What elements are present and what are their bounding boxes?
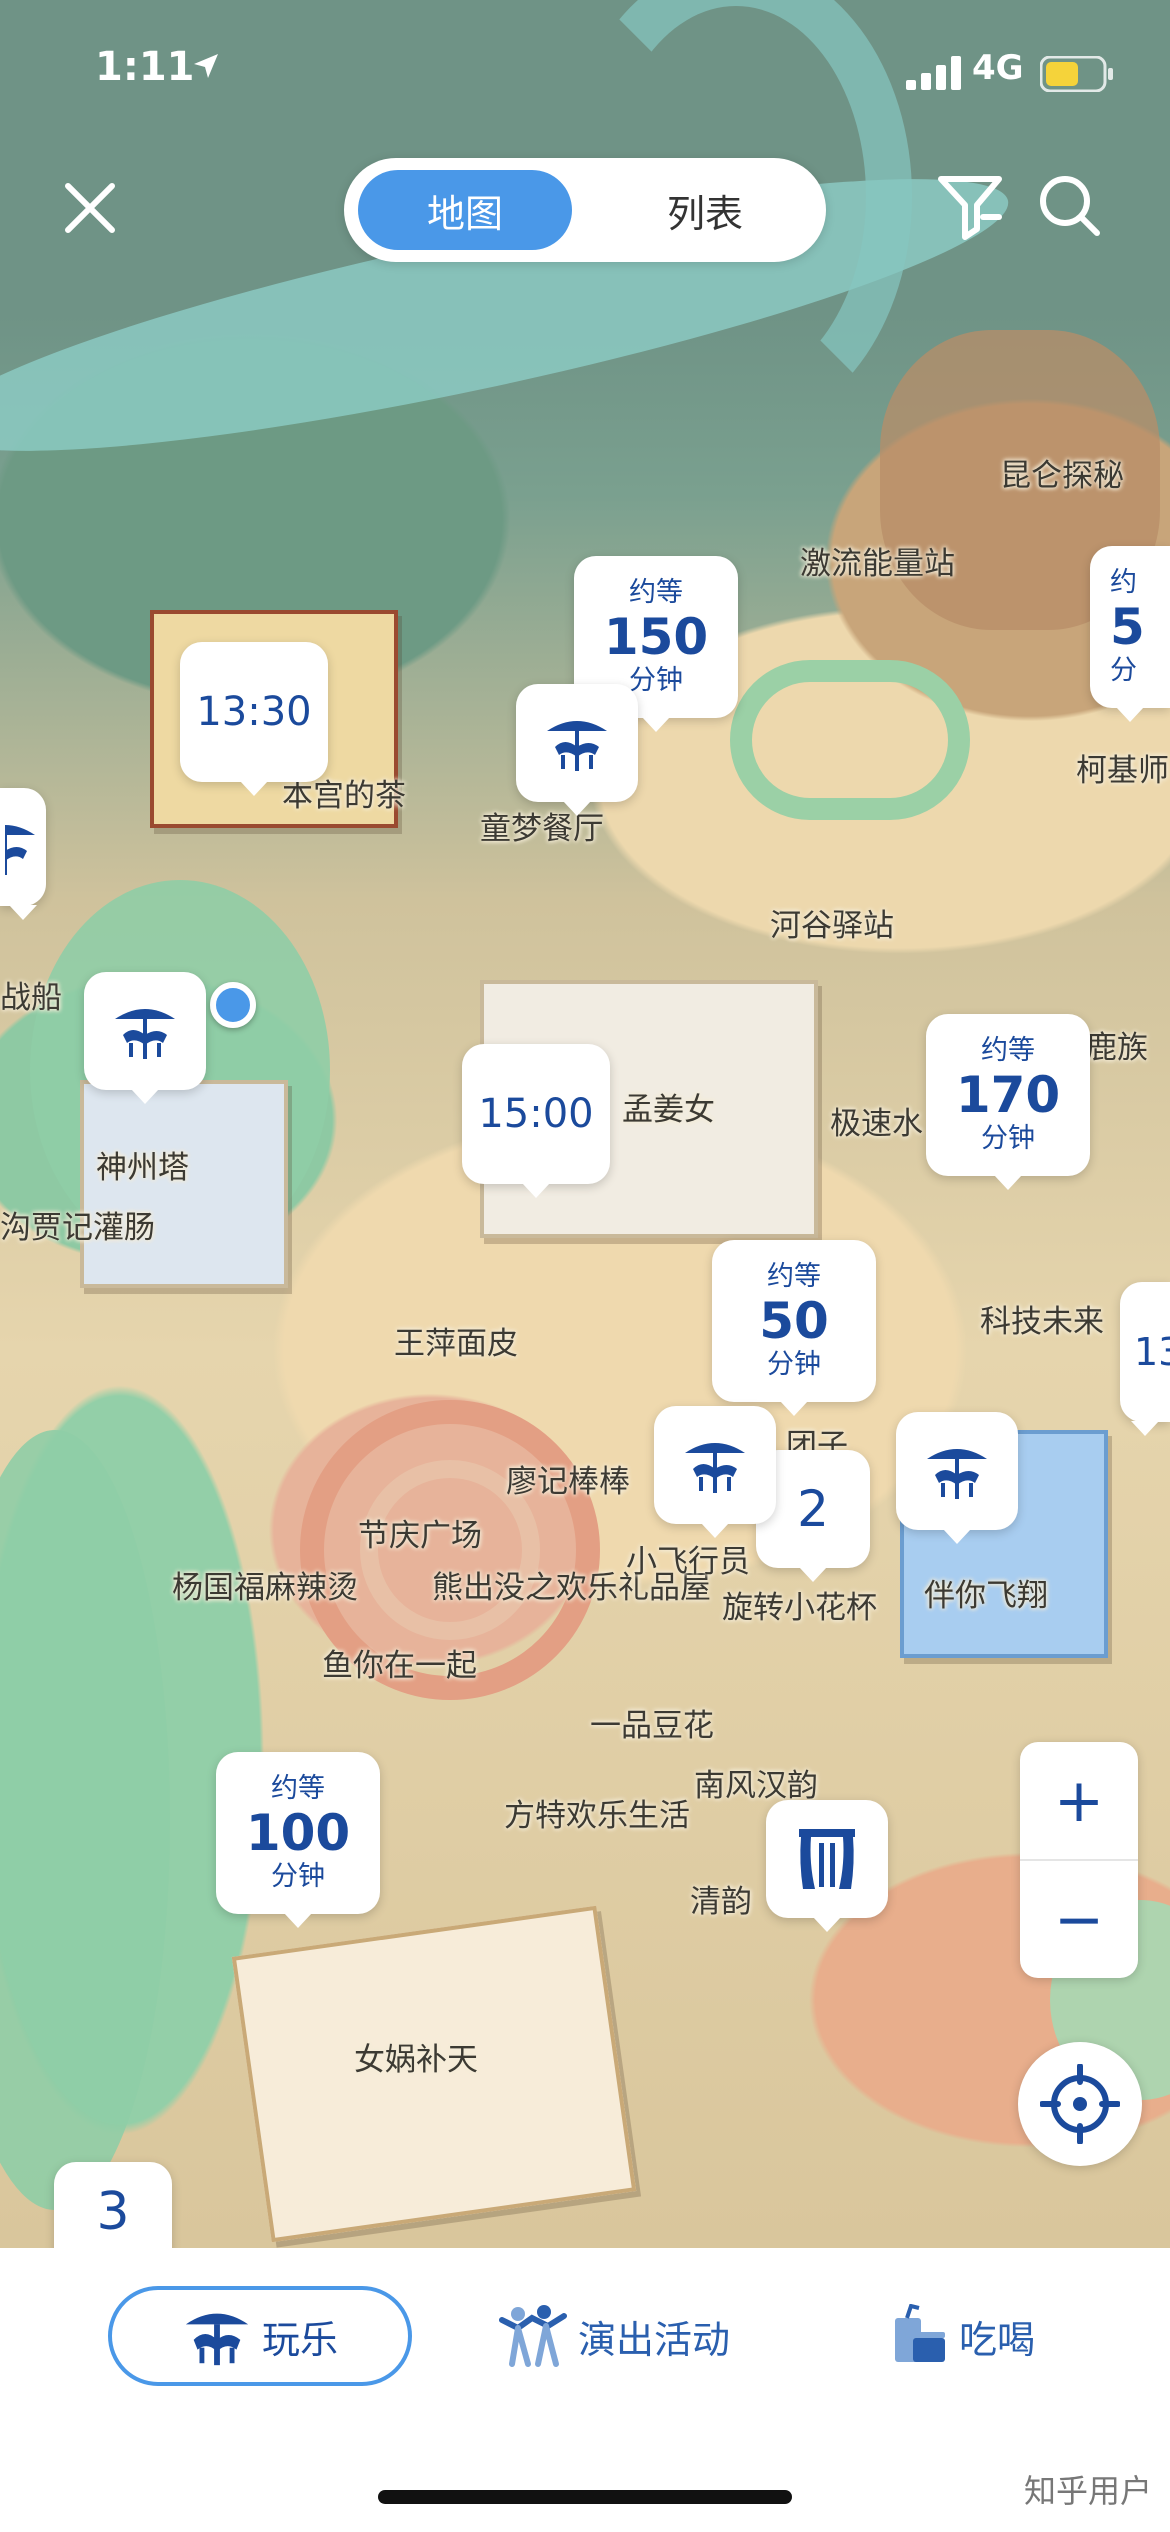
home-indicator: [378, 2490, 792, 2504]
tab-map[interactable]: 地图: [358, 170, 572, 250]
filter-button[interactable]: [930, 166, 1010, 246]
watermark: 知乎用户: [1023, 2472, 1152, 2510]
carousel-icon: [115, 1009, 175, 1059]
filter-icon: [938, 176, 1002, 240]
place-label: 科技未来: [980, 1304, 1104, 1339]
wait-time-marker[interactable]: 约等 50 分钟: [712, 1240, 876, 1416]
zoom-control: + −: [1020, 1742, 1138, 1978]
food-icon: [894, 2304, 945, 2362]
place-label: 昆仑探秘: [1000, 458, 1124, 493]
carousel-icon: [547, 721, 607, 771]
tab-label: 玩乐: [261, 2317, 338, 2362]
place-label: 女娲补天: [354, 2042, 478, 2077]
carousel-icon: [685, 1443, 745, 1493]
place-label: 鹿族: [1086, 1030, 1148, 1065]
user-location-dot: [210, 982, 256, 1028]
close-button[interactable]: [50, 168, 130, 248]
place-label: 节庆广场: [358, 1518, 482, 1553]
place-label: 王萍面皮: [394, 1326, 518, 1361]
place-label: 杨国福麻辣烫: [172, 1570, 358, 1605]
zoom-in-button[interactable]: +: [1020, 1742, 1138, 1861]
battery-icon: [1040, 56, 1113, 92]
tab-play[interactable]: 玩乐: [108, 2286, 412, 2386]
place-label: 极速水: [830, 1106, 923, 1141]
close-icon: [65, 183, 115, 233]
crosshair-icon: [1040, 2064, 1120, 2144]
place-label: 清韵: [690, 1884, 752, 1919]
location-arrow-icon: [194, 54, 218, 78]
wait-time-marker-partial[interactable]: 约 5 分: [1090, 546, 1170, 722]
place-label: 神州塔: [96, 1150, 189, 1185]
carousel-icon: [5, 825, 35, 875]
ride-marker[interactable]: [654, 1406, 776, 1538]
tab-shows[interactable]: 演出活动: [484, 2286, 744, 2386]
park-map[interactable]: 昆仑探秘 激流能量站 柯基师 童梦餐厅 本宫的茶 河谷驿站 战船 神州塔 沟贾记…: [0, 0, 1170, 2248]
cluster-count-marker[interactable]: 3: [54, 2162, 172, 2248]
coaster-track: [730, 660, 970, 820]
search-button[interactable]: [1030, 166, 1110, 246]
tab-food[interactable]: 吃喝: [882, 2286, 1042, 2386]
place-label: 廖记棒棒: [506, 1464, 630, 1499]
ride-marker[interactable]: [84, 972, 206, 1104]
place-label: 孟姜女: [622, 1092, 715, 1127]
place-label: 南风汉韵: [694, 1768, 818, 1803]
tab-label: 演出活动: [577, 2317, 730, 2362]
place-label: 伴你飞翔: [924, 1578, 1048, 1613]
place-label: 一品豆花: [590, 1708, 714, 1743]
status-time: 1:11: [95, 44, 195, 90]
locate-button[interactable]: [1018, 2042, 1142, 2166]
wait-time-marker[interactable]: 约等 170 分钟: [926, 1014, 1090, 1190]
place-label: 柯基师: [1076, 753, 1169, 788]
zoom-out-button[interactable]: −: [1020, 1861, 1138, 1978]
show-time-marker[interactable]: 15:00: [462, 1044, 610, 1198]
view-toggle[interactable]: 地图 列表: [344, 158, 826, 262]
place-label: 河谷驿站: [770, 908, 894, 943]
carousel-icon: [185, 2313, 249, 2366]
network-type: 4G: [972, 48, 1024, 88]
curtain-icon: [799, 1829, 855, 1889]
show-venue-marker[interactable]: [766, 1800, 888, 1932]
place-label: 方特欢乐生活: [504, 1798, 690, 1833]
ride-marker[interactable]: [896, 1412, 1018, 1544]
search-icon: [1040, 176, 1100, 236]
ride-marker[interactable]: [516, 684, 638, 816]
lake-lower: [0, 1430, 170, 2210]
performers-icon: [498, 2305, 567, 2367]
place-label: 旋转小花杯: [722, 1590, 877, 1625]
tab-label: 吃喝: [958, 2317, 1035, 2362]
place-label: 激流能量站: [800, 546, 955, 581]
place-label: 战船: [0, 980, 62, 1015]
status-bar: 1:11 4G: [0, 0, 1170, 150]
place-label: 小飞行员: [626, 1544, 750, 1579]
place-label: 鱼你在一起: [322, 1648, 477, 1683]
cluster-count-marker-partial[interactable]: 13: [1120, 1282, 1170, 1436]
place-label: 沟贾记灌肠: [0, 1210, 155, 1245]
wait-time-marker[interactable]: 约等 100 分钟: [216, 1752, 380, 1928]
show-time-marker[interactable]: 13:30: [180, 642, 328, 796]
carousel-icon: [927, 1449, 987, 1499]
tab-list[interactable]: 列表: [598, 170, 812, 250]
ride-marker-partial[interactable]: [0, 788, 46, 920]
signal-icon: [906, 56, 961, 90]
